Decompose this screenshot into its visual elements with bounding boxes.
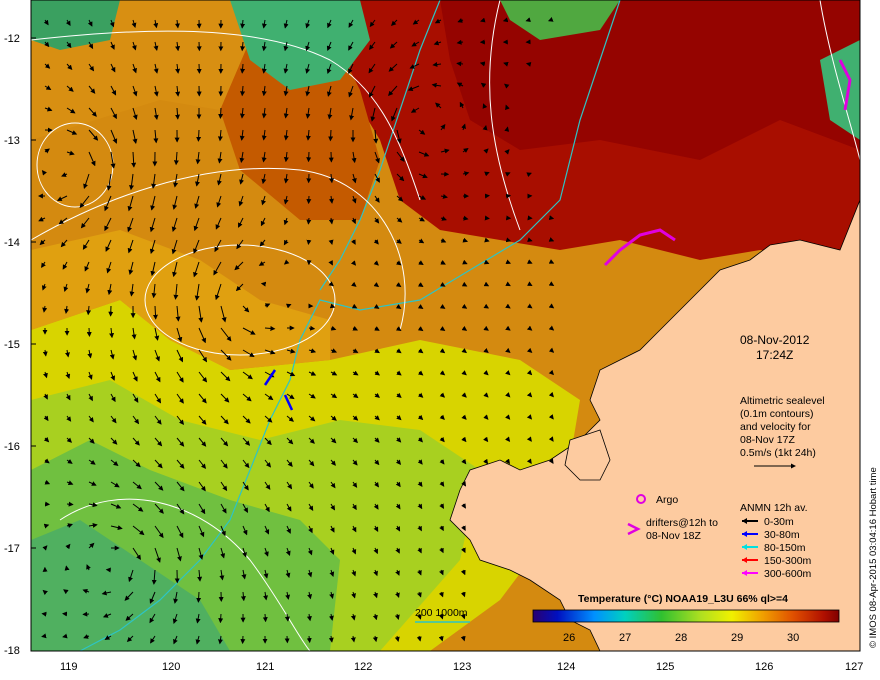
altimetry-note-line: and velocity for [740,421,811,433]
drifters-note-line: 08-Nov 18Z [646,530,701,542]
colorbar-title: Temperature (°C) NOAA19_L3U 66% ql>=4 [578,593,788,605]
y-tick-label: -18 [4,645,20,657]
map-date: 08-Nov-2012 [740,333,810,347]
velocity-vector [306,635,312,644]
altimetry-note-line: 0.5m/s (1kt 24h) [740,447,816,459]
credit-text: © IMOS 08-Apr-2015 03:04:16 Hobart time [868,467,879,648]
y-tick-label: -15 [4,339,20,351]
y-tick-label: -14 [4,237,20,249]
velocity-vector [484,215,490,221]
sst-map-figure: -12 -13 -14 -15 -16 -17 -18 119 120 121 … [4,0,879,673]
colorbar-tick-label: 26 [563,632,575,644]
velocity-vector [66,501,74,507]
altimetry-note-line: Altimetric sealevel [740,395,825,407]
velocity-vector [41,633,47,639]
velocity-vector [306,239,312,245]
velocity-vector [306,217,312,225]
x-tick-label: 121 [256,661,274,673]
velocity-vector [308,325,316,331]
colorbar-tick-label: 27 [619,632,631,644]
anmn-legend-title: ANMN 12h av. [740,502,808,514]
drifters-note-line: drifters@12h to [646,517,718,529]
velocity-vector [218,613,224,624]
anmn-depth-label: 30-80m [764,529,800,541]
velocity-vector [306,151,312,163]
velocity-vector [86,327,92,337]
velocity-vector [504,126,510,132]
x-tick-label: 124 [557,661,575,673]
velocity-vector [328,129,334,142]
y-tick-label: -12 [4,33,20,45]
colorbar-tick-label: 28 [675,632,687,644]
velocity-vector [260,281,267,287]
y-tick-label: -16 [4,441,20,453]
x-tick-label: 125 [656,661,674,673]
velocity-vector [196,591,202,603]
argo-label: Argo [656,494,678,506]
x-tick-label: 126 [755,661,773,673]
x-axis: 119 120 121 122 123 124 125 126 127 [60,661,863,673]
y-tick-label: -13 [4,135,20,147]
anmn-depth-label: 0-30m [764,516,794,528]
velocity-vector [64,565,70,571]
anmn-depth-label: 80-150m [764,542,806,554]
colorbar-tick-label: 30 [787,632,799,644]
velocity-vector [196,129,202,142]
altimetry-note-line: (0.1m contours) [740,408,814,420]
velocity-vector [456,61,464,67]
velocity-vector [218,107,224,119]
x-tick-label: 122 [354,661,372,673]
velocity-vector [525,61,532,67]
altimetry-note-line: 08-Nov 17Z [740,434,795,446]
velocity-vector [548,215,555,221]
map-time: 17:24Z [756,348,793,362]
x-tick-label: 123 [453,661,471,673]
anmn-depth-label: 300-600m [764,568,812,580]
x-tick-label: 119 [60,661,78,673]
x-tick-label: 127 [845,661,863,673]
isobath-label: 200 1000m [415,607,468,619]
y-tick-label: -17 [4,543,20,555]
anmn-depth-label: 150-300m [764,555,812,567]
colorbar-tick-label: 29 [731,632,743,644]
velocity-vector [262,613,268,623]
x-tick-label: 120 [162,661,180,673]
colorbar [532,609,840,623]
velocity-vector [152,305,158,320]
